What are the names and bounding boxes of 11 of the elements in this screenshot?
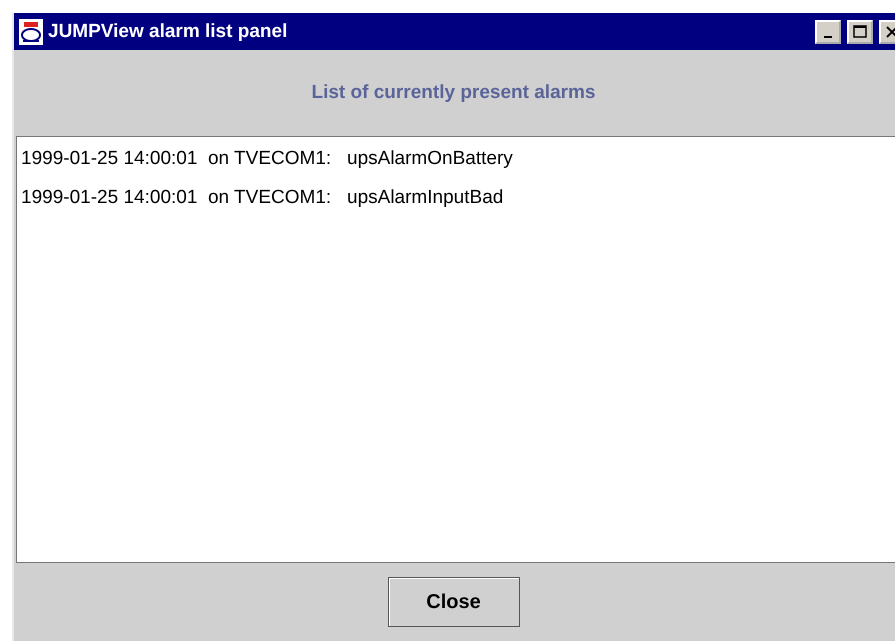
maximize-icon [853,25,867,38]
minimize-icon [824,36,832,38]
alarm-item[interactable]: 1999-01-25 14:00:01 on TVECOM1: upsAlarmOnBattery [21,143,895,175]
app-logo-icon [18,18,44,46]
close-icon [886,26,895,38]
close-dialog-button[interactable]: Close [388,577,520,627]
window-title: JUMPView alarm list panel [48,20,288,42]
maximize-button[interactable] [847,20,873,44]
list-heading: List of currently present alarms [311,82,596,104]
minimize-button[interactable] [815,20,841,44]
alarm-item[interactable]: 1999-01-25 14:00:01 on TVECOM1: upsAlarmInputBad [21,182,895,214]
